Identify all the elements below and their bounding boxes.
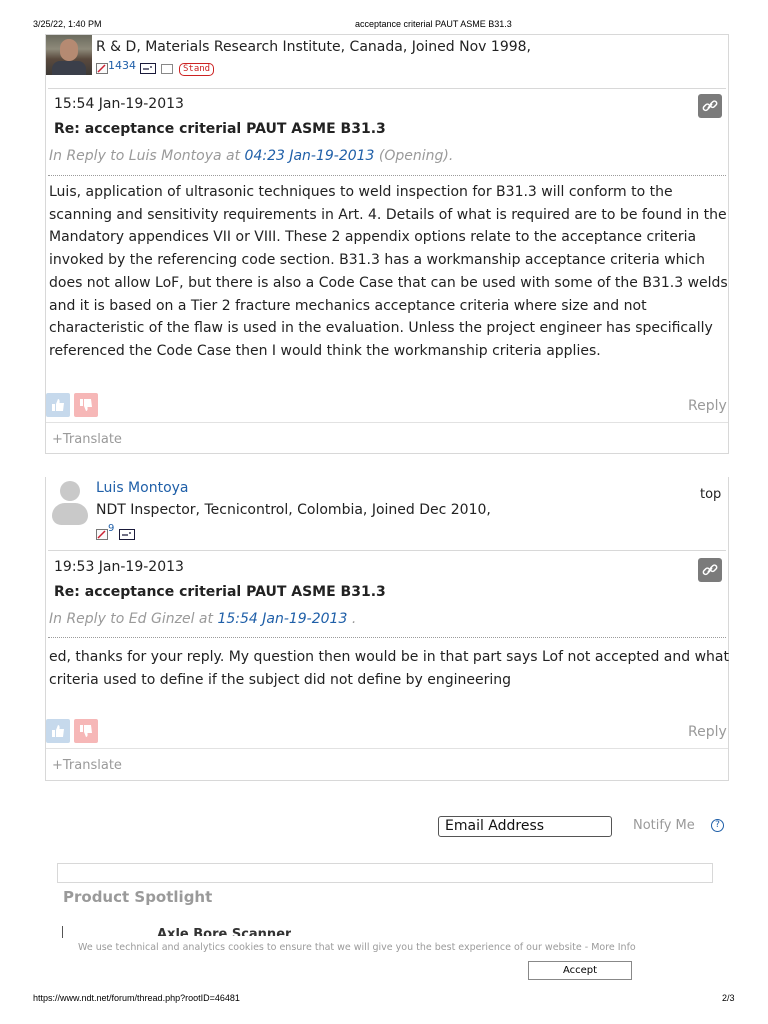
link-icon [702,100,718,112]
thumbs-down-icon [80,399,92,411]
body-line: ed, thanks for your reply. My question t… [49,649,729,665]
body-line: and it is based on a Tier 2 fracture mec… [49,297,647,314]
author-meta: R & D, Materials Research Institute, Can… [96,39,531,55]
reply-prefix: In Reply to Ed Ginzel at [49,611,213,627]
post-count[interactable]: 9 [108,523,114,534]
translate-button[interactable]: +Translate [52,432,122,447]
link-icon [702,564,718,576]
reply-time-link[interactable]: 15:54 Jan-19-2013 [217,611,347,627]
stand-badge[interactable]: Stand [179,63,215,76]
message-icon[interactable] [119,529,135,540]
reply-button[interactable]: Reply [688,724,727,740]
post-time: 19:53 Jan-19-2013 [54,559,184,575]
post-subject: Re: acceptance criterial PAUT ASME B31.3 [54,121,386,137]
spotlight-item-title[interactable]: Axle Bore Scanner [157,927,291,936]
thumbs-down-icon [80,725,92,737]
email-input[interactable]: Email Address [438,816,612,837]
body-line: criteria used to define if the subject d… [49,671,512,688]
reply-time-link[interactable]: 04:23 Jan-19-2013 [245,148,375,164]
reply-suffix: . [351,611,357,627]
translate-button[interactable]: +Translate [52,758,122,773]
divider [46,422,728,423]
post-body: ed, thanks for your reply. My question t… [49,646,729,691]
post-card: R & D, Materials Research Institute, Can… [45,34,729,454]
divider [48,637,726,638]
body-line: Luis, application of ultrasonic techniqu… [49,184,673,200]
permalink-button[interactable] [698,558,722,582]
post-card: Luis Montoya top NDT Inspector, Tecnicon… [45,477,729,781]
body-line: does not allow LoF, but there is also a … [49,274,728,291]
author-name-link[interactable]: Luis Montoya [96,480,189,496]
dislike-button[interactable] [74,719,98,743]
document-icon[interactable] [161,64,173,74]
divider [46,748,728,749]
cookie-accept-button[interactable]: Accept [528,961,632,980]
body-line: scanning and sensitivity requirements in… [49,206,727,223]
post-count[interactable]: 1434 [108,59,136,72]
thumbs-up-icon [52,725,64,737]
author-meta: NDT Inspector, Tecnicontrol, Colombia, J… [96,502,491,518]
help-icon[interactable]: ? [711,819,724,832]
author-avatar[interactable] [46,35,92,75]
print-title: acceptance criterial PAUT ASME B31.3 [355,19,512,29]
permalink-button[interactable] [698,94,722,118]
divider [48,175,726,176]
post-count-icon[interactable] [96,63,108,74]
spotlight-header-bar [57,863,713,883]
reply-reference: In Reply to Luis Montoya at 04:23 Jan-19… [49,148,453,164]
reply-reference: In Reply to Ed Ginzel at 15:54 Jan-19-20… [49,611,356,627]
message-icon[interactable] [140,63,156,74]
post-body: Luis, application of ultrasonic techniqu… [49,181,728,363]
thumbs-up-icon [52,399,64,411]
divider [62,926,63,938]
body-line: characteristic of the flaw is used in th… [49,320,713,337]
reply-suffix: (Opening). [378,148,454,164]
reply-button[interactable]: Reply [688,398,727,414]
post-inner [48,550,726,717]
post-subject: Re: acceptance criterial PAUT ASME B31.3 [54,584,386,600]
like-button[interactable] [46,393,70,417]
print-page-number: 2/3 [722,993,735,1003]
print-datetime: 3/25/22, 1:40 PM [33,19,102,29]
cookie-message: We use technical and analytics cookies t… [78,942,636,953]
top-link[interactable]: top [700,487,721,502]
body-line: invoked by the referencing code section.… [49,252,705,269]
spotlight-title: Product Spotlight [63,888,213,906]
reply-prefix: In Reply to Luis Montoya at [49,148,241,164]
post-time: 15:54 Jan-19-2013 [54,96,184,112]
notify-me-button[interactable]: Notify Me [633,818,695,833]
post-count-icon[interactable] [96,529,108,540]
dislike-button[interactable] [74,393,98,417]
like-button[interactable] [46,719,70,743]
print-url: https://www.ndt.net/forum/thread.php?roo… [33,993,240,1003]
author-avatar[interactable] [52,479,88,525]
body-line: referenced the Code Case then I would th… [49,342,601,359]
body-line: Mandatory appendices VII or VIII. These … [49,229,697,246]
